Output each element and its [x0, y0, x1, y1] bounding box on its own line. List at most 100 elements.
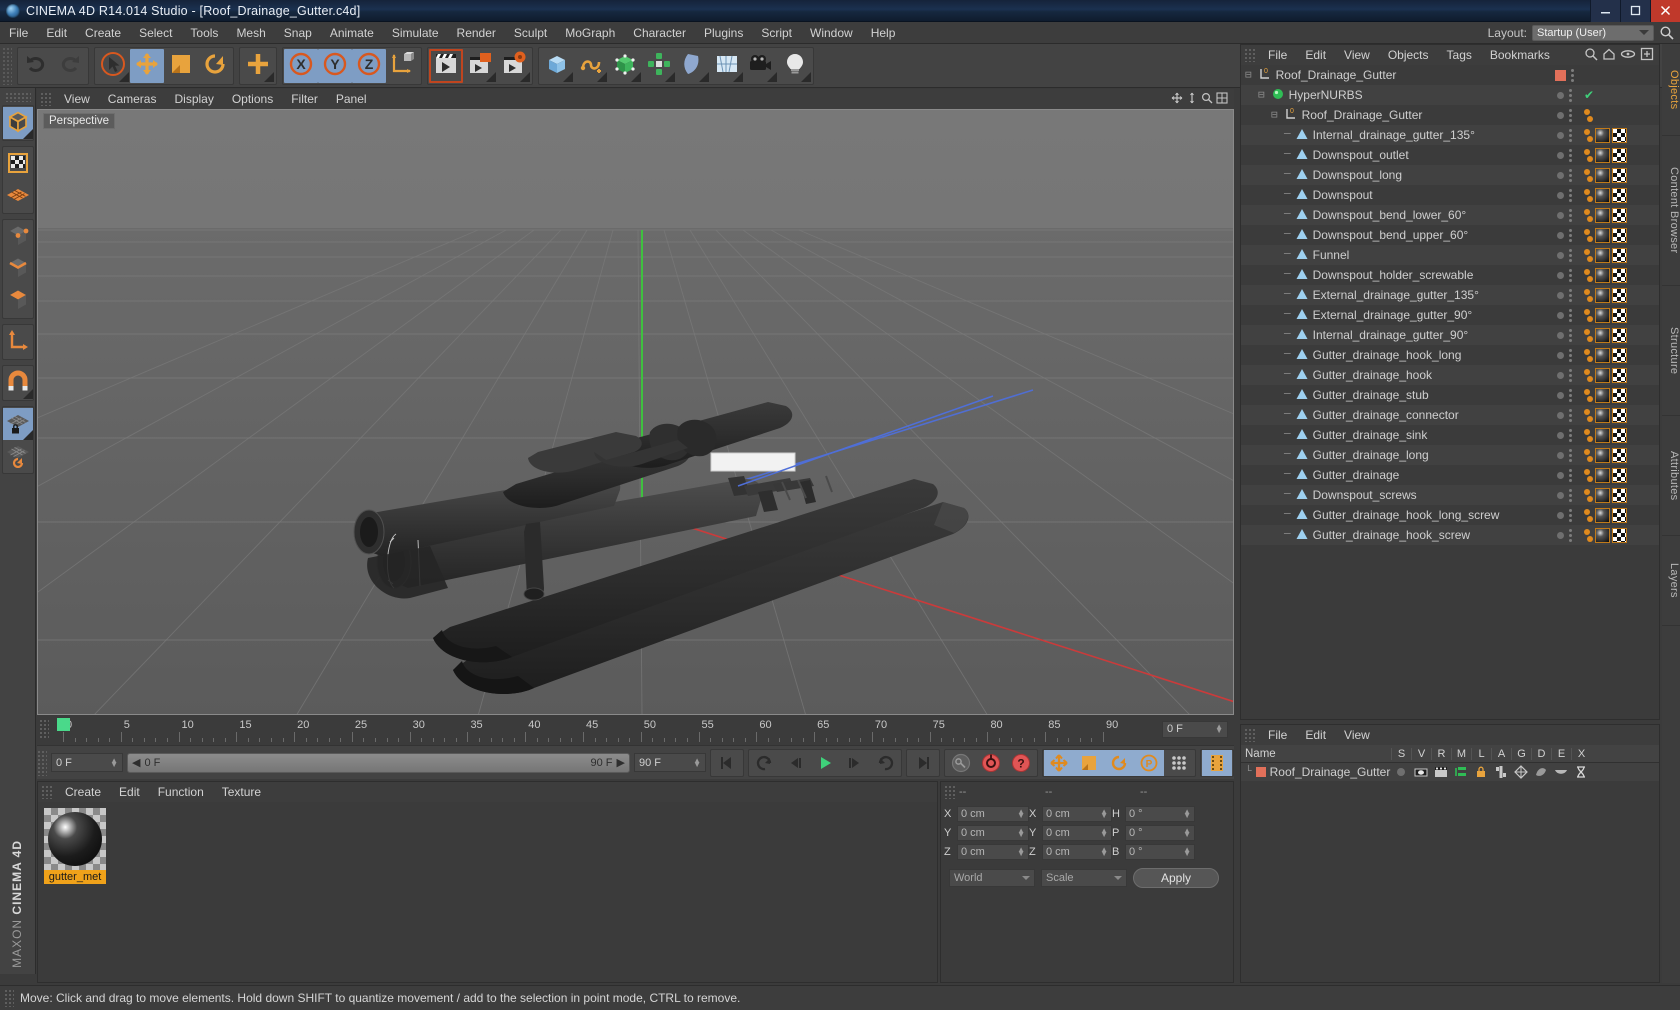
visibility-dot[interactable]	[1556, 331, 1564, 339]
toolbar-grip[interactable]	[2, 46, 12, 85]
layer-color-swatch[interactable]	[1255, 767, 1266, 777]
add-deformer[interactable]	[676, 48, 710, 83]
object-visibility-dots[interactable]	[1547, 328, 1581, 342]
preview-range-slider[interactable]: ◀ 0 F 90 F ▶	[127, 752, 630, 773]
visibility-dot[interactable]	[1556, 91, 1564, 99]
texture-tag-icon[interactable]	[1612, 507, 1627, 523]
menu-item-character[interactable]: Character	[624, 22, 695, 44]
minimize-button[interactable]	[1590, 0, 1620, 22]
generator-icon[interactable]	[1511, 765, 1531, 779]
object-menu-dots[interactable]	[1568, 228, 1572, 242]
object-visibility-dots[interactable]	[1547, 248, 1581, 262]
dolly-icon[interactable]	[1186, 92, 1198, 107]
add-spline[interactable]	[574, 48, 608, 83]
viewport-menu-cameras[interactable]: Cameras	[99, 89, 166, 109]
object-row[interactable]: ─ Gutter_drainage_connector	[1241, 405, 1659, 425]
viewport-menu-view[interactable]: View	[55, 89, 99, 109]
spinner-icon[interactable]: ▲ ▼	[1183, 846, 1191, 858]
object-name-cell[interactable]: ─ Gutter_drainage_hook_screw	[1241, 527, 1547, 544]
render-view-button[interactable]	[429, 48, 463, 83]
menu-item-animate[interactable]: Animate	[321, 22, 383, 44]
menu-item-plugins[interactable]: Plugins	[695, 22, 752, 44]
polygons-mode-button[interactable]	[3, 285, 33, 317]
rotate-tool[interactable]	[198, 48, 232, 83]
status-bar-grip[interactable]	[4, 989, 14, 1007]
tag-dot-group[interactable]	[1584, 128, 1593, 142]
spinner-icon[interactable]: ▲ ▼	[1183, 827, 1191, 839]
coordinates-grip[interactable]	[944, 785, 956, 799]
material-tag-icon[interactable]	[1595, 427, 1610, 443]
render-icon[interactable]	[1431, 766, 1451, 778]
manager-icon[interactable]	[1451, 766, 1471, 778]
object-row[interactable]: ─ Gutter_drainage_hook_long_screw	[1241, 505, 1659, 525]
menu-item-create[interactable]: Create	[76, 22, 130, 44]
object-row[interactable]: ─ Gutter_drainage_stub	[1241, 385, 1659, 405]
texture-tag-icon[interactable]	[1612, 167, 1627, 183]
texture-mode-button[interactable]	[3, 148, 33, 180]
3d-viewport[interactable]: Perspective	[37, 109, 1234, 715]
left-toolbar-grip[interactable]	[4, 92, 31, 102]
play-backwards-loop-button[interactable]	[750, 750, 780, 776]
render-settings-button[interactable]	[497, 48, 531, 83]
object-visibility-dots[interactable]	[1547, 108, 1581, 122]
material-tag-icon[interactable]	[1595, 487, 1610, 503]
apply-button[interactable]: Apply	[1133, 868, 1219, 888]
animation-icon[interactable]	[1491, 766, 1511, 778]
object-menu-dots[interactable]	[1568, 428, 1572, 442]
viewport-menu-display[interactable]: Display	[165, 89, 222, 109]
visibility-dot[interactable]	[1556, 291, 1564, 299]
object-name-cell[interactable]: ─ Downspout_bend_upper_60°	[1241, 227, 1547, 244]
expand-collapse-icon[interactable]: ⊟	[1271, 108, 1278, 122]
object-name-cell[interactable]: ─ Gutter_drainage_hook	[1241, 367, 1547, 384]
object-menu-dots[interactable]	[1568, 288, 1572, 302]
object-name-cell[interactable]: ⊟ HyperNURBS	[1241, 87, 1547, 104]
object-menu-file[interactable]: File	[1259, 44, 1296, 66]
object-menu-dots[interactable]	[1568, 108, 1572, 122]
lock-workplane-button[interactable]	[2, 408, 33, 440]
object-menu-dots[interactable]	[1568, 488, 1572, 502]
object-visibility-dots[interactable]	[1547, 468, 1581, 482]
material-tag-icon[interactable]	[1595, 367, 1610, 383]
tag-dot-group[interactable]	[1584, 308, 1593, 322]
layer-column-v[interactable]: V	[1411, 747, 1431, 760]
visibility-dot[interactable]	[1556, 211, 1564, 219]
autokeying-toggle-button[interactable]: ?	[1006, 750, 1036, 776]
current-frame-input[interactable]: 0 F ▲ ▼	[51, 753, 123, 772]
solo-dot[interactable]	[1391, 768, 1411, 776]
object-menu-dots[interactable]	[1568, 468, 1572, 482]
object-menu-dots[interactable]	[1568, 308, 1572, 322]
object-menu-dots[interactable]	[1568, 388, 1572, 402]
tag-dot-group[interactable]	[1584, 348, 1593, 362]
right-tab-content-browser[interactable]: Content Browser	[1662, 136, 1680, 286]
material-tag-icon[interactable]	[1595, 347, 1610, 363]
menu-item-render[interactable]: Render	[448, 22, 505, 44]
material-menu-function[interactable]: Function	[149, 781, 213, 803]
object-row[interactable]: ─ Internal_drainage_gutter_90°	[1241, 325, 1659, 345]
x-axis-lock[interactable]: X	[284, 48, 318, 83]
layer-column-d[interactable]: D	[1531, 747, 1551, 760]
material-manager-grip[interactable]	[41, 785, 53, 799]
object-menu-dots[interactable]	[1568, 408, 1572, 422]
spinner-icon[interactable]: ▲ ▼	[1017, 808, 1025, 820]
go-to-end-button[interactable]	[908, 750, 938, 776]
size-input[interactable]: 0 cm ▲ ▼	[1042, 825, 1112, 841]
layer-name-cell[interactable]: └ Roof_Drainage_Gutter	[1241, 765, 1391, 779]
spinner-icon[interactable]: ▲ ▼	[1100, 808, 1108, 820]
material-tag-icon[interactable]	[1595, 147, 1610, 163]
make-editable-button[interactable]	[2, 107, 33, 139]
layer-column-l[interactable]: L	[1471, 747, 1491, 760]
menu-item-help[interactable]: Help	[862, 22, 905, 44]
material-tag-icon[interactable]	[1595, 267, 1610, 283]
object-row[interactable]: ─ Gutter_drainage_hook_screw	[1241, 525, 1659, 545]
object-visibility-dots[interactable]	[1547, 388, 1581, 402]
range-right-arrow-icon[interactable]: ▶	[617, 756, 625, 769]
material-tag-icon[interactable]	[1595, 287, 1610, 303]
object-visibility-dots[interactable]	[1547, 128, 1581, 142]
object-menu-objects[interactable]: Objects	[1379, 44, 1438, 66]
object-row[interactable]: ─ Downspout_outlet	[1241, 145, 1659, 165]
visibility-dot[interactable]	[1556, 491, 1564, 499]
object-row[interactable]: ⊟ 0 Roof_Drainage_Gutter	[1241, 65, 1659, 85]
record-rotation-button[interactable]	[1104, 749, 1134, 776]
texture-tag-icon[interactable]	[1612, 227, 1627, 243]
layer-column-s[interactable]: S	[1391, 747, 1411, 760]
